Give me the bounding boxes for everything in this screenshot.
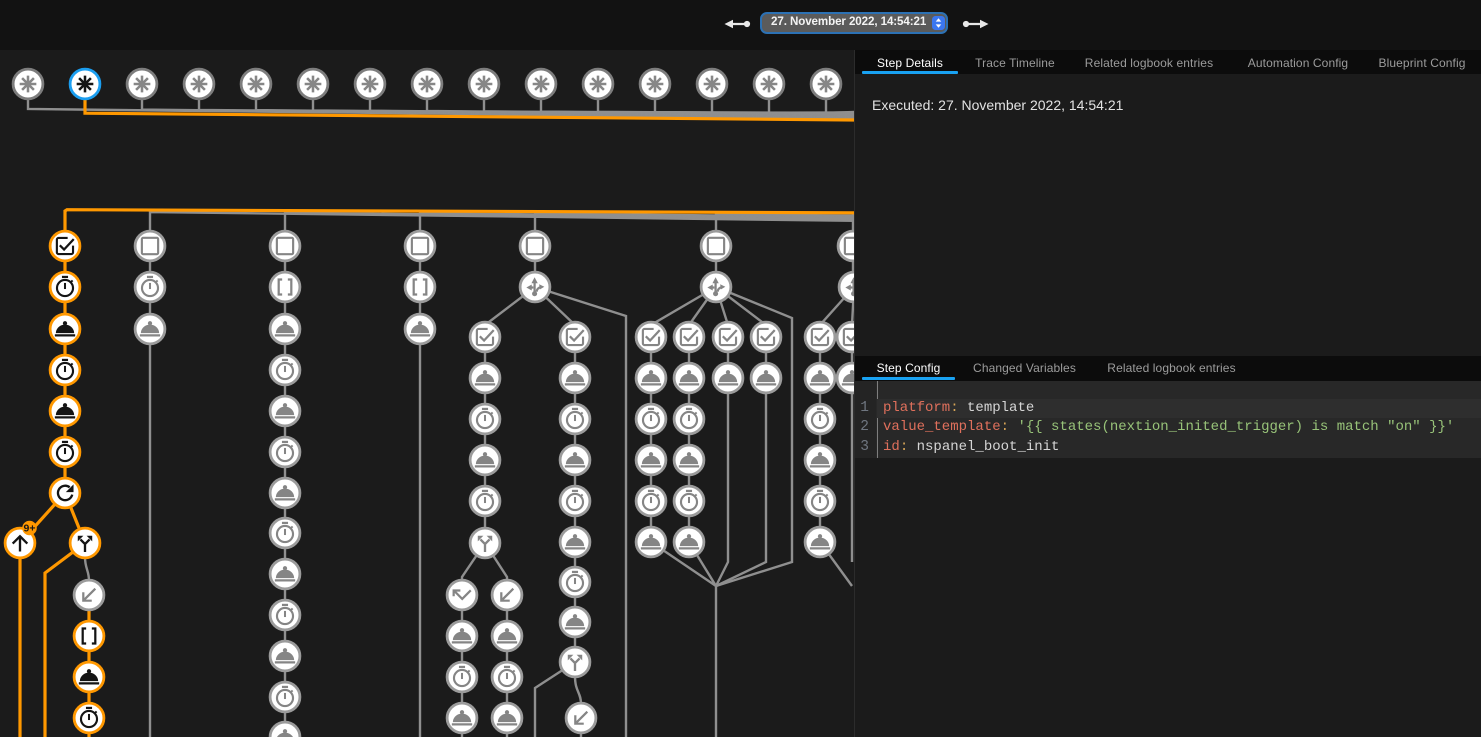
- svg-text:9+: 9+: [24, 522, 36, 534]
